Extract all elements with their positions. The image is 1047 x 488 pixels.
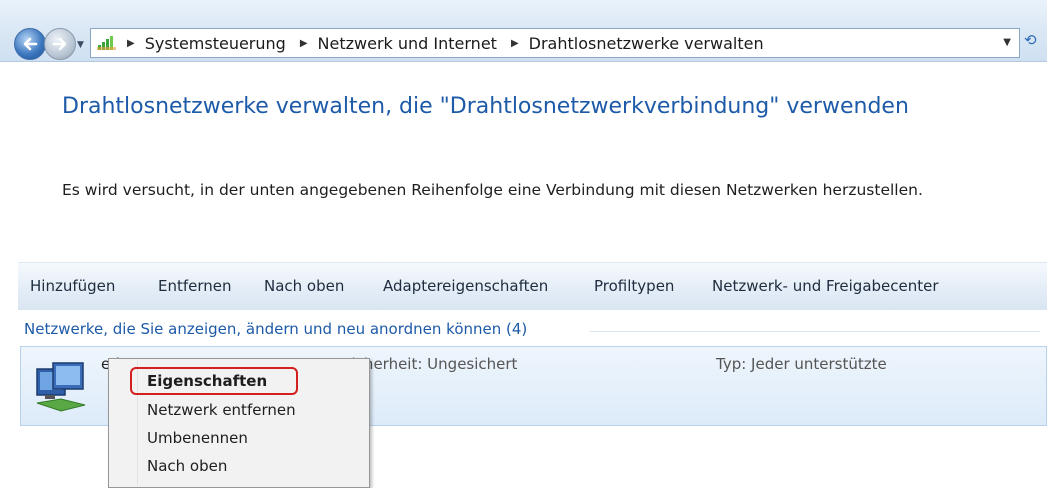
remove-button[interactable]: Entfernen	[158, 277, 232, 295]
breadcrumb-separator-icon[interactable]: ▶	[300, 38, 308, 49]
recent-pages-dropdown-icon[interactable]: ▼	[77, 40, 84, 50]
context-menu-item-rename[interactable]: Umbenennen	[147, 429, 248, 447]
add-button[interactable]: Hinzufügen	[30, 277, 115, 295]
refresh-icon[interactable]: ⟲	[1024, 31, 1037, 49]
network-folder-icon	[97, 36, 116, 50]
profile-types-button[interactable]: Profiltypen	[594, 277, 674, 295]
address-bar-divider	[0, 61, 1047, 62]
context-menu-item-remove-network[interactable]: Netzwerk entfernen	[147, 401, 296, 419]
highlight-annotation	[130, 367, 298, 395]
move-up-button[interactable]: Nach oben	[264, 277, 344, 295]
network-group-header: Netzwerke, die Sie anzeigen, ändern und …	[24, 320, 528, 338]
address-field[interactable]: ▶ Systemsteuerung ▶ Netzwerk und Interne…	[90, 28, 1020, 58]
back-arrow-icon	[23, 37, 38, 51]
forward-button[interactable]	[44, 28, 76, 60]
adapter-properties-button[interactable]: Adaptereigenschaften	[383, 277, 548, 295]
command-bar: Hinzufügen Entfernen Nach oben Adapterei…	[18, 262, 1047, 310]
network-type: Typ: Jeder unterstützte	[716, 355, 887, 373]
breadcrumb: ▶ Systemsteuerung ▶ Netzwerk und Interne…	[127, 29, 778, 57]
forward-arrow-icon	[52, 37, 67, 51]
context-menu-item-move-up[interactable]: Nach oben	[147, 457, 227, 475]
page-description: Es wird versucht, in der unten angegeben…	[62, 181, 923, 199]
breadcrumb-separator-icon: ▶	[127, 37, 135, 49]
address-history-dropdown-icon[interactable]: ▼	[1003, 37, 1011, 48]
breadcrumb-item-netzwerk-und-internet[interactable]: Netzwerk und Internet	[318, 34, 497, 53]
back-button[interactable]	[14, 28, 46, 60]
group-header-divider	[590, 331, 1040, 332]
address-bar-strip: ▼ ▶ Systemsteuerung ▶ Netzwerk und Inter…	[0, 0, 1047, 62]
network-sharing-center-button[interactable]: Netzwerk- und Freigabecenter	[712, 277, 939, 295]
page-title: Drahtlosnetzwerke verwalten, die "Drahtl…	[62, 94, 909, 119]
wireless-network-icon	[36, 362, 86, 412]
context-menu: Eigenschaften Netzwerk entfernen Umbenen…	[108, 358, 370, 488]
breadcrumb-item-drahtlosnetzwerke-verwalten[interactable]: Drahtlosnetzwerke verwalten	[529, 34, 764, 53]
breadcrumb-item-systemsteuerung[interactable]: Systemsteuerung	[145, 34, 286, 53]
breadcrumb-separator-icon[interactable]: ▶	[511, 38, 519, 49]
